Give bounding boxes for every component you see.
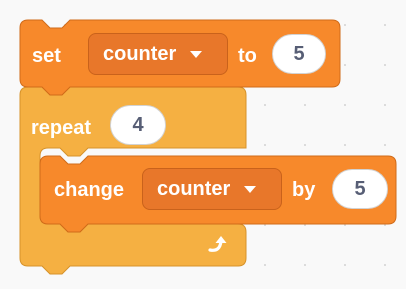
change-keyword: change	[54, 179, 125, 201]
repeat-keyword: repeat	[31, 117, 92, 139]
dropdown-caret-icon	[190, 50, 203, 58]
change-by-label: by	[292, 179, 316, 201]
set-variable-dropdown[interactable]: counter	[88, 33, 228, 75]
set-variable-label: counter	[103, 42, 177, 65]
change-value-input[interactable]: 5	[332, 169, 388, 209]
repeat-times-input[interactable]: 4	[110, 105, 166, 145]
set-value-input[interactable]: 5	[272, 34, 326, 74]
code-canvas[interactable]: set counter to 5 repeat 4 change counter…	[0, 0, 406, 289]
set-to-label: to	[238, 45, 257, 67]
loop-arrow-icon	[206, 232, 230, 256]
dropdown-caret-icon	[244, 185, 257, 193]
change-variable-dropdown[interactable]: counter	[142, 168, 282, 210]
set-keyword: set	[32, 45, 61, 67]
change-variable-label: counter	[157, 177, 231, 200]
